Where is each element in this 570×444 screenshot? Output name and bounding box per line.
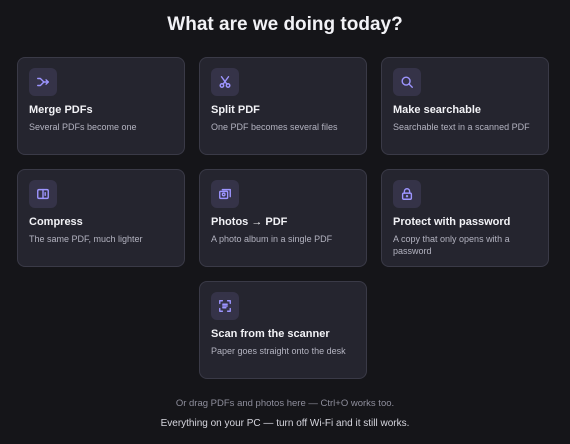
card-description: The same PDF, much lighter — [29, 234, 143, 244]
card-title: Make searchable — [393, 104, 482, 116]
lock-icon — [393, 180, 421, 208]
scanner-icon — [211, 292, 239, 320]
compress-icon — [29, 180, 57, 208]
card-description: A copy that only opens with a password — [393, 234, 510, 256]
merge-pdfs-card[interactable]: Merge PDFs Several PDFs become one — [17, 57, 185, 155]
card-title: Split PDF — [211, 104, 260, 116]
card-title: Merge PDFs — [29, 104, 93, 116]
split-pdf-card[interactable]: Split PDF One PDF becomes several files — [199, 57, 367, 155]
card-description: One PDF becomes several files — [211, 122, 338, 132]
privacy-note: Everything on your PC — turn off Wi-Fi a… — [160, 418, 410, 429]
card-description: Several PDFs become one — [29, 122, 137, 132]
page-title: What are we doing today? — [167, 14, 403, 35]
scissors-icon — [211, 68, 239, 96]
card-title: Scan from the scanner — [211, 328, 330, 340]
make-searchable-card[interactable]: Make searchable Searchable text in a sca… — [381, 57, 549, 155]
compress-card[interactable]: Compress The same PDF, much lighter — [17, 169, 185, 267]
scan-from-scanner-card[interactable]: Scan from the scanner Paper goes straigh… — [199, 281, 367, 379]
protect-with-password-card[interactable]: Protect with password A copy that only o… — [381, 169, 549, 267]
card-description: A photo album in a single PDF — [211, 234, 333, 244]
photos-to-pdf-card[interactable]: Photos → PDF A photo album in a single P… — [199, 169, 367, 267]
card-title: Compress — [29, 216, 83, 228]
card-description: Paper goes straight onto the desk — [211, 346, 346, 356]
card-title: Photos → PDF — [211, 216, 288, 228]
card-description: Searchable text in a scanned PDF — [393, 122, 530, 132]
search-icon — [393, 68, 421, 96]
card-title: Protect with password — [393, 216, 511, 228]
drag-drop-hint: Or drag PDFs and photos here — Ctrl+O wo… — [175, 398, 395, 409]
photos-icon — [211, 180, 239, 208]
merge-icon — [29, 68, 57, 96]
